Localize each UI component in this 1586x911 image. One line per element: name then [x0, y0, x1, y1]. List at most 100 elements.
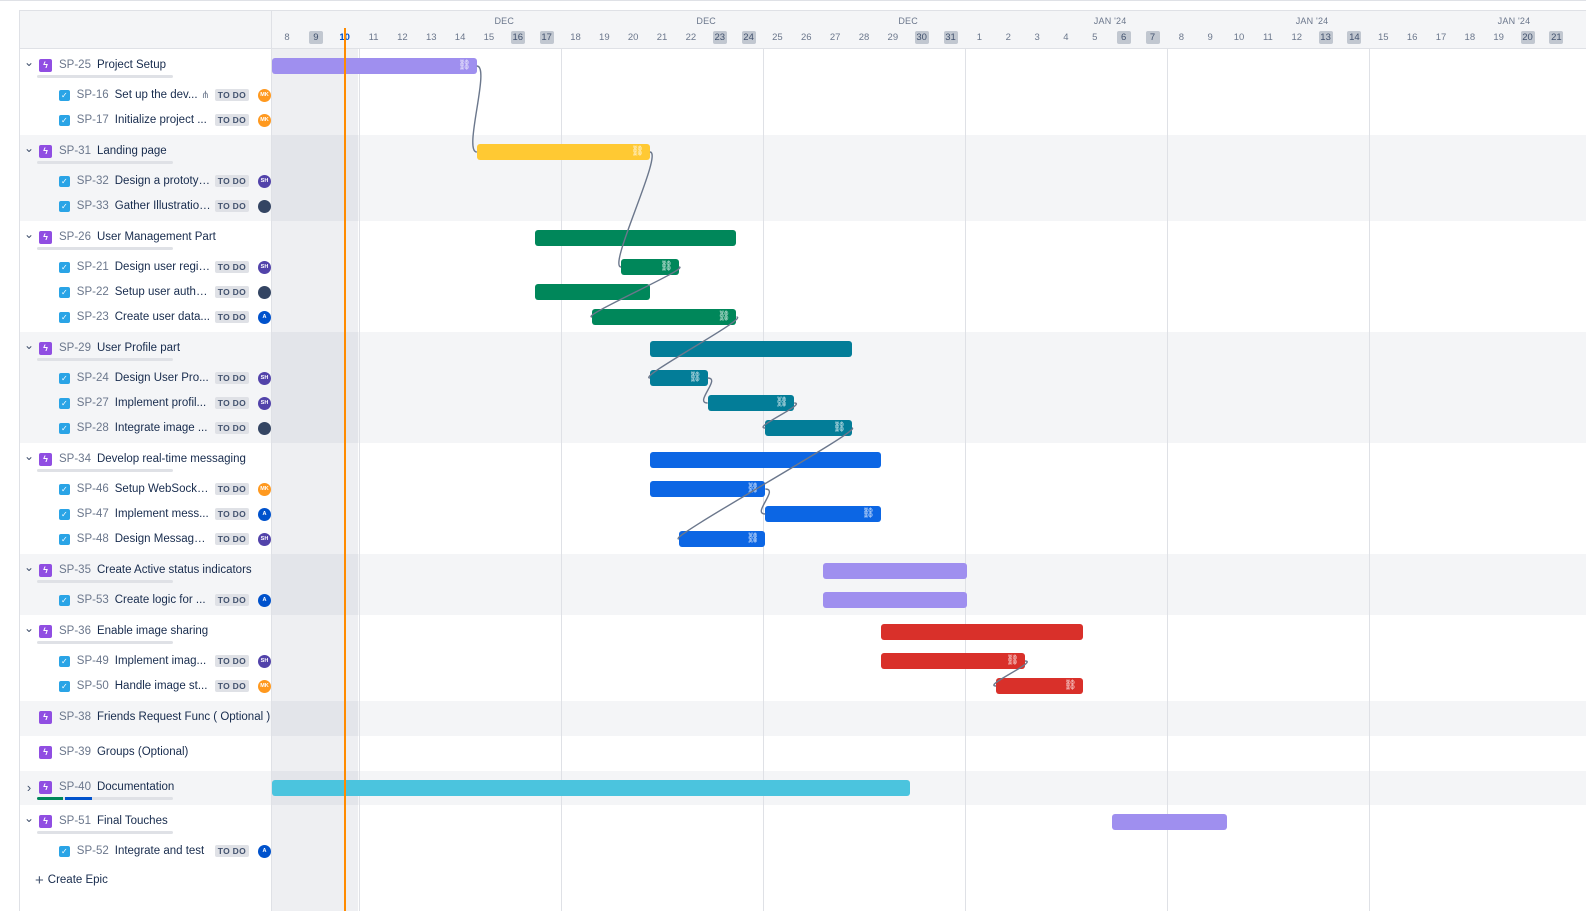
chevron-down-icon[interactable]: ⌄	[23, 338, 35, 352]
child-issue-row[interactable]: ✓ SP-24 Design User Pro... TO DO SH	[20, 366, 271, 390]
issue-summary[interactable]: Design user regis...	[115, 261, 211, 273]
issue-key[interactable]: SP-32	[77, 175, 109, 187]
child-issue-row[interactable]: ✓ SP-48 Design Message UI TO DO SH	[20, 527, 271, 551]
chevron-right-icon[interactable]: ›	[23, 780, 35, 795]
assignee-avatar[interactable]: SH	[258, 532, 271, 546]
status-lozenge[interactable]: TO DO	[214, 680, 249, 692]
issue-summary[interactable]: Final Touches	[97, 815, 168, 827]
child-issue-row[interactable]: ✓ SP-46 Setup WebSocke... TO DO MK	[20, 477, 271, 501]
issue-summary[interactable]: Setup user authe...	[115, 286, 211, 298]
issue-key[interactable]: SP-47	[77, 508, 109, 520]
assignee-avatar[interactable]: A	[258, 507, 271, 521]
epic-row[interactable]: ⌄ ϟ SP-34 Develop real-time messaging	[20, 447, 271, 471]
create-epic-button[interactable]: + Create Epic	[35, 871, 108, 889]
issue-key[interactable]: SP-16	[77, 89, 109, 101]
status-lozenge[interactable]: TO DO	[214, 533, 249, 545]
timeline-bar[interactable]: ⛓	[621, 259, 679, 275]
timeline-bar[interactable]: ⛓	[996, 678, 1083, 694]
timeline-bar[interactable]: ⛓	[649, 370, 708, 386]
status-lozenge[interactable]: TO DO	[214, 311, 249, 323]
issue-summary[interactable]: Setup WebSocke...	[115, 483, 211, 495]
timeline-bar[interactable]: ⛓	[707, 395, 795, 411]
issue-summary[interactable]: Implement profil...	[115, 397, 211, 409]
status-lozenge[interactable]: TO DO	[214, 89, 249, 101]
issue-key[interactable]: SP-39	[59, 746, 91, 758]
child-issue-row[interactable]: ✓ SP-32 Design a prototype TO DO SH	[20, 169, 271, 193]
issue-summary[interactable]: Handle image st...	[115, 680, 211, 692]
epic-row[interactable]: ϟ SP-39 Groups (Optional)	[20, 740, 271, 764]
status-lozenge[interactable]: TO DO	[214, 422, 249, 434]
timeline-bar[interactable]: ⛓	[272, 58, 477, 74]
timeline-bar[interactable]: ⛓	[476, 144, 650, 160]
status-lozenge[interactable]: TO DO	[214, 594, 249, 606]
assignee-avatar[interactable]: MK	[258, 113, 271, 127]
chevron-down-icon[interactable]: ⌄	[23, 141, 35, 155]
timeline-bar[interactable]: ⛓	[678, 531, 766, 547]
timeline-bar[interactable]: ⛓	[592, 309, 737, 325]
status-lozenge[interactable]: TO DO	[214, 397, 249, 409]
child-issue-row[interactable]: ✓ SP-16 Set up the dev... ⋔ TO DO MK	[20, 83, 271, 107]
epic-row[interactable]: ⌄ ϟ SP-25 Project Setup	[20, 53, 271, 77]
issue-key[interactable]: SP-21	[77, 261, 109, 273]
issue-key[interactable]: SP-34	[59, 453, 91, 465]
issue-key[interactable]: SP-25	[59, 59, 91, 71]
child-issue-row[interactable]: ✓ SP-50 Handle image st... TO DO MK	[20, 674, 271, 698]
assignee-avatar[interactable]: SH	[258, 260, 271, 274]
issue-key[interactable]: SP-38	[59, 711, 91, 723]
issue-summary[interactable]: Create logic for ...	[115, 594, 211, 606]
issue-summary[interactable]: Documentation	[97, 781, 174, 793]
issue-key[interactable]: SP-49	[77, 655, 109, 667]
issue-key[interactable]: SP-53	[77, 594, 109, 606]
issue-key[interactable]: SP-50	[77, 680, 109, 692]
assignee-avatar[interactable]: SH	[258, 396, 271, 410]
epic-row[interactable]: ⌄ ϟ SP-51 Final Touches	[20, 809, 271, 833]
epic-row[interactable]: › ϟ SP-40 Documentation	[20, 775, 271, 799]
status-lozenge[interactable]: TO DO	[214, 200, 249, 212]
child-issue-row[interactable]: ✓ SP-53 Create logic for ... TO DO A	[20, 588, 271, 612]
assignee-avatar[interactable]: A	[258, 844, 271, 858]
issue-summary[interactable]: Enable image sharing	[97, 625, 208, 637]
issue-summary[interactable]: Develop real-time messaging	[97, 453, 246, 465]
assignee-avatar[interactable]: SH	[258, 654, 271, 668]
timeline-bar[interactable]	[823, 592, 968, 608]
chevron-down-icon[interactable]: ⌄	[23, 55, 35, 69]
timeline-bar[interactable]	[649, 341, 852, 357]
child-issue-row[interactable]: ✓ SP-49 Implement imag... TO DO SH	[20, 649, 271, 673]
epic-row[interactable]: ϟ SP-38 Friends Request Func ( Optional )	[20, 705, 271, 729]
issue-summary[interactable]: Landing page	[97, 145, 167, 157]
issue-summary[interactable]: Initialize project ...	[115, 114, 211, 126]
issue-key[interactable]: SP-23	[77, 311, 109, 323]
issue-key[interactable]: SP-27	[77, 397, 109, 409]
issue-summary[interactable]: Integrate image ...	[115, 422, 211, 434]
issue-summary[interactable]: Design a prototype	[115, 175, 211, 187]
status-lozenge[interactable]: TO DO	[214, 372, 249, 384]
assignee-avatar[interactable]: SH	[258, 174, 271, 188]
assignee-avatar[interactable]: MK	[258, 88, 271, 102]
epic-row[interactable]: ⌄ ϟ SP-31 Landing page	[20, 139, 271, 163]
list-timeline-divider[interactable]	[271, 10, 272, 911]
status-lozenge[interactable]: TO DO	[214, 508, 249, 520]
timeline-bar[interactable]	[272, 780, 910, 796]
issue-summary[interactable]: Create user data...	[115, 311, 211, 323]
child-issue-row[interactable]: ✓ SP-27 Implement profil... TO DO SH	[20, 391, 271, 415]
issue-key[interactable]: SP-29	[59, 342, 91, 354]
child-issue-row[interactable]: ✓ SP-22 Setup user authe... TO DO	[20, 280, 271, 304]
status-lozenge[interactable]: TO DO	[214, 286, 249, 298]
issue-key[interactable]: SP-51	[59, 815, 91, 827]
status-lozenge[interactable]: TO DO	[214, 655, 249, 667]
issue-summary[interactable]: Implement imag...	[115, 655, 211, 667]
epic-row[interactable]: ⌄ ϟ SP-29 User Profile part	[20, 336, 271, 360]
status-lozenge[interactable]: TO DO	[214, 845, 249, 857]
issue-summary[interactable]: Create Active status indicators	[97, 564, 252, 576]
timeline-bar[interactable]	[823, 563, 968, 579]
issue-summary[interactable]: Gather Illustrations	[115, 200, 211, 212]
child-issue-row[interactable]: ✓ SP-52 Integrate and test TO DO A	[20, 839, 271, 863]
assignee-avatar[interactable]: A	[258, 593, 271, 607]
status-lozenge[interactable]: TO DO	[214, 114, 249, 126]
assignee-avatar[interactable]	[258, 421, 271, 435]
child-issue-row[interactable]: ✓ SP-21 Design user regis... TO DO SH	[20, 255, 271, 279]
issue-summary[interactable]: Groups (Optional)	[97, 746, 188, 758]
issue-key[interactable]: SP-46	[77, 483, 109, 495]
assignee-avatar[interactable]: A	[258, 310, 271, 324]
timeline-bar[interactable]	[880, 624, 1083, 640]
